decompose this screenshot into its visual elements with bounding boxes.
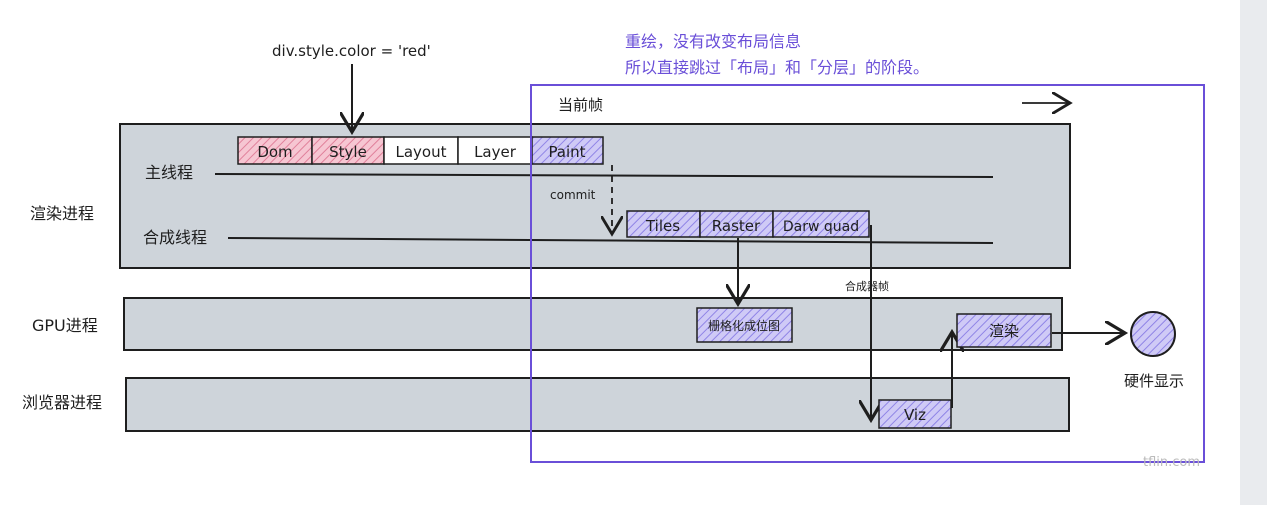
svg-text:Tiles: Tiles	[645, 217, 680, 235]
commit-label: commit	[550, 188, 596, 202]
lane-label-browser-process: 浏览器进程	[22, 393, 102, 412]
watermark: tflin.com	[1143, 455, 1200, 470]
svg-text:渲染: 渲染	[989, 322, 1019, 340]
code-annotation: div.style.color = 'red'	[272, 42, 431, 60]
lane-label-main-thread: 主线程	[145, 163, 193, 182]
lane-label-gpu-process: GPU进程	[32, 316, 98, 335]
hardware-display-icon	[1130, 311, 1176, 357]
svg-text:Dom: Dom	[257, 143, 292, 161]
lane-label-compositor-thread: 合成线程	[143, 228, 207, 247]
svg-text:Darw quad: Darw quad	[783, 219, 859, 235]
lane-label-render-process: 渲染进程	[30, 204, 94, 223]
main-thread-stages: Dom Style Layout Layer Paint	[237, 136, 604, 165]
svg-text:栅格化成位图: 栅格化成位图	[708, 318, 780, 333]
compositor-stages: Tiles Raster Darw quad	[626, 210, 870, 238]
scrollbar-track[interactable]	[1240, 0, 1267, 505]
svg-text:Paint: Paint	[548, 143, 585, 161]
svg-text:Raster: Raster	[712, 217, 761, 235]
rendering-pipeline-diagram: 渲染进程 主线程 合成线程 GPU进程 浏览器进程 div.style.colo…	[22, 32, 1205, 470]
svg-text:Layout: Layout	[396, 143, 447, 161]
svg-text:Viz: Viz	[904, 406, 926, 424]
compositor-frame-label: 合成器帧	[845, 279, 889, 293]
note-line-1: 重绘，没有改变布局信息	[625, 32, 801, 51]
svg-text:Layer: Layer	[474, 143, 517, 161]
note-line-2: 所以直接跳过「布局」和「分层」的阶段。	[625, 58, 929, 77]
svg-text:Style: Style	[329, 143, 367, 161]
gpu-process-lane	[123, 297, 1063, 351]
current-frame-label: 当前帧	[558, 96, 603, 114]
hardware-display-label: 硬件显示	[1124, 372, 1184, 390]
